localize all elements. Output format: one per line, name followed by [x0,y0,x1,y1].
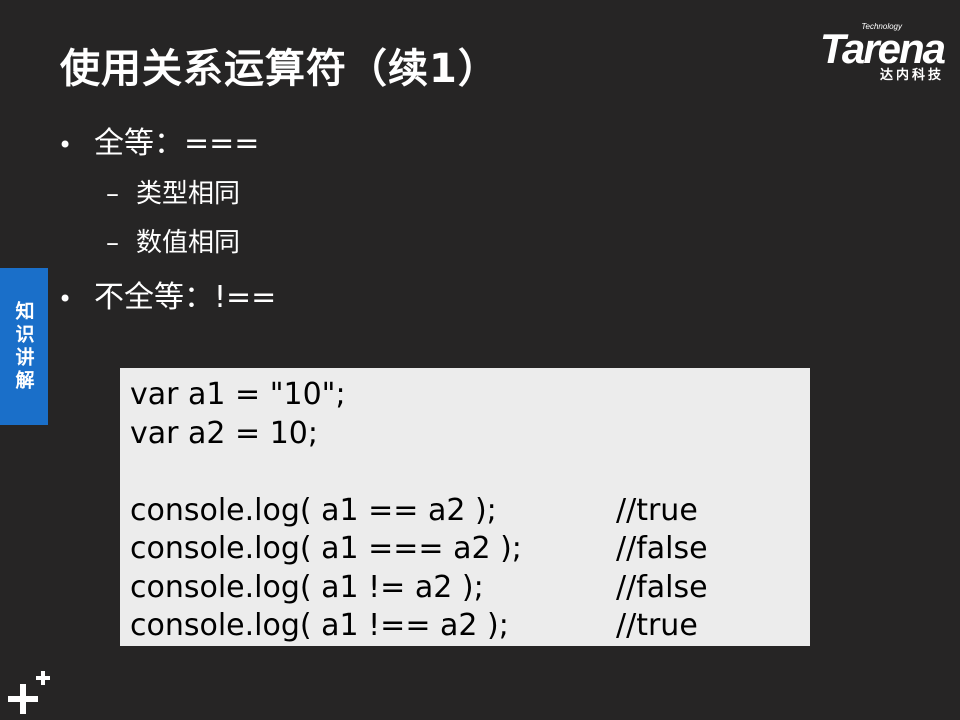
tarena-logo: Technology Tarena 达内科技 [779,22,946,83]
side-tab-label: 知识讲解 [12,300,35,393]
code-line: console.log( a1 != a2 ); //false [130,569,800,608]
sub-item: – 数值相同 [106,222,240,259]
sub-text: 数值相同 [136,228,241,258]
code-text: console.log( a1 != a2 ); [130,569,484,605]
code-line: var a1 = "10"; [130,376,800,415]
bullet-text: 不全等：!== [94,280,277,315]
sub-marker: – [106,179,119,209]
code-line: console.log( a1 === a2 ); //false [130,530,800,569]
bullet-marker: • [58,131,73,159]
slide-title: 使用关系运算符（续1） [60,46,499,92]
side-tab: 知识讲解 [0,268,48,425]
code-comment: //true [616,608,698,643]
sub-text: 类型相同 [136,179,241,209]
code-block: var a1 = "10"; var a2 = 10; console.log(… [120,368,810,646]
code-line: console.log( a1 == a2 ); //true [130,492,800,531]
code-text: console.log( a1 !== a2 ); [130,608,509,643]
plus-plus-icon [6,668,54,716]
bullet-marker: • [58,285,73,313]
code-comment: //false [616,569,708,605]
code-text: var a2 = 10; [130,415,318,451]
code-text: var a1 = "10"; [130,377,346,412]
code-text: console.log( a1 === a2 ); [130,531,522,566]
code-comment: //false [616,531,708,566]
code-text: console.log( a1 == a2 ); [130,492,497,528]
sub-item: – 类型相同 [106,173,240,210]
sub-marker: – [106,228,119,258]
code-line: console.log( a1 !== a2 ); //true [130,607,800,646]
code-comment: //true [616,492,698,528]
bullet-item: • 不全等：!== [58,272,276,316]
bullet-item: • 全等：=== [58,118,259,162]
code-line: var a2 = 10; [130,415,800,454]
bullet-text: 全等：=== [94,126,260,161]
logo-chinese-text: 达内科技 [879,68,944,83]
